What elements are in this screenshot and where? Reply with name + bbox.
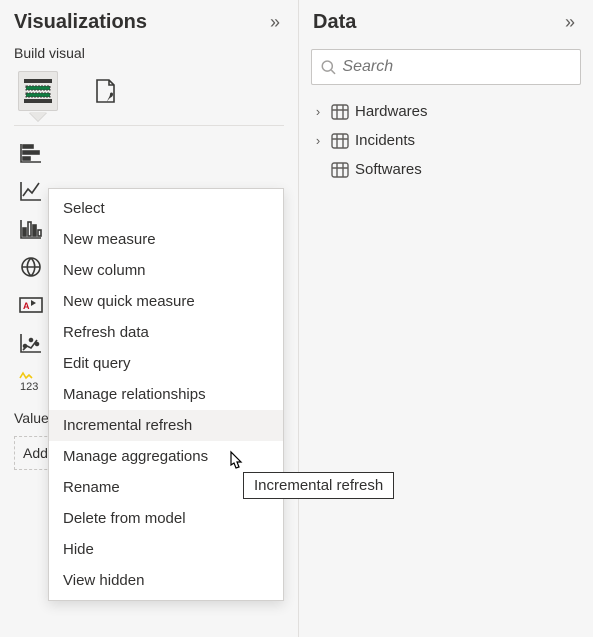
collapse-viz-button[interactable]: » — [266, 10, 284, 35]
context-menu-item[interactable]: Refresh data — [49, 317, 283, 348]
search-icon — [320, 58, 336, 76]
table-label: Softwares — [355, 161, 422, 178]
build-visual-tab[interactable] — [18, 71, 58, 111]
table-icon — [331, 162, 349, 178]
data-title: Data — [313, 11, 356, 34]
build-visual-icon — [24, 79, 52, 103]
table-icon — [331, 104, 349, 120]
table-incidents[interactable]: › Incidents — [307, 126, 585, 155]
stacked-bar-chart-icon[interactable] — [16, 139, 46, 167]
context-menu-item[interactable]: New quick measure — [49, 286, 283, 317]
context-menu-item[interactable]: New measure — [49, 224, 283, 255]
table-softwares[interactable]: › Softwares — [307, 155, 585, 184]
context-menu-item[interactable]: Hide — [49, 534, 283, 565]
kpi-icon[interactable]: 123 — [16, 367, 46, 395]
visualizations-title: Visualizations — [14, 11, 147, 34]
table-hardwares[interactable]: › Hardwares — [307, 97, 585, 126]
viz-mode-tabs — [0, 65, 298, 111]
table-icon — [331, 133, 349, 149]
context-menu-item[interactable]: Incremental refresh — [49, 410, 283, 441]
svg-text:123: 123 — [20, 381, 38, 392]
ribbon-chart-icon[interactable] — [16, 215, 46, 243]
context-menu: SelectNew measureNew columnNew quick mea… — [48, 188, 284, 601]
format-page-icon — [94, 78, 118, 104]
build-visual-label: Build visual — [0, 39, 298, 65]
table-label: Hardwares — [355, 103, 428, 120]
chevron-right-icon: › — [311, 133, 325, 148]
context-menu-item[interactable]: Edit query — [49, 348, 283, 379]
context-menu-item[interactable]: Select — [49, 193, 283, 224]
tooltip: Incremental refresh — [243, 472, 394, 499]
context-menu-item[interactable]: View hidden — [49, 565, 283, 596]
map-icon[interactable] — [16, 253, 46, 281]
fields-tree: › Hardwares › Incidents › Softwares — [299, 93, 593, 184]
format-visual-tab[interactable] — [86, 71, 126, 111]
search-input[interactable] — [342, 58, 572, 76]
data-pane: Data » › Hardwares › — [298, 0, 593, 637]
collapse-data-button[interactable]: » — [561, 10, 579, 35]
line-stacked-column-icon[interactable] — [16, 329, 46, 357]
search-field[interactable] — [311, 49, 581, 85]
context-menu-item[interactable]: Manage relationships — [49, 379, 283, 410]
gauge-icon[interactable]: A — [16, 291, 46, 319]
line-chart-icon[interactable] — [16, 177, 46, 205]
context-menu-item[interactable]: Manage aggregations — [49, 441, 283, 472]
svg-text:A: A — [23, 301, 30, 311]
table-label: Incidents — [355, 132, 415, 149]
context-menu-item[interactable]: New column — [49, 255, 283, 286]
chevron-right-icon: › — [311, 104, 325, 119]
context-menu-item[interactable]: Delete from model — [49, 503, 283, 534]
